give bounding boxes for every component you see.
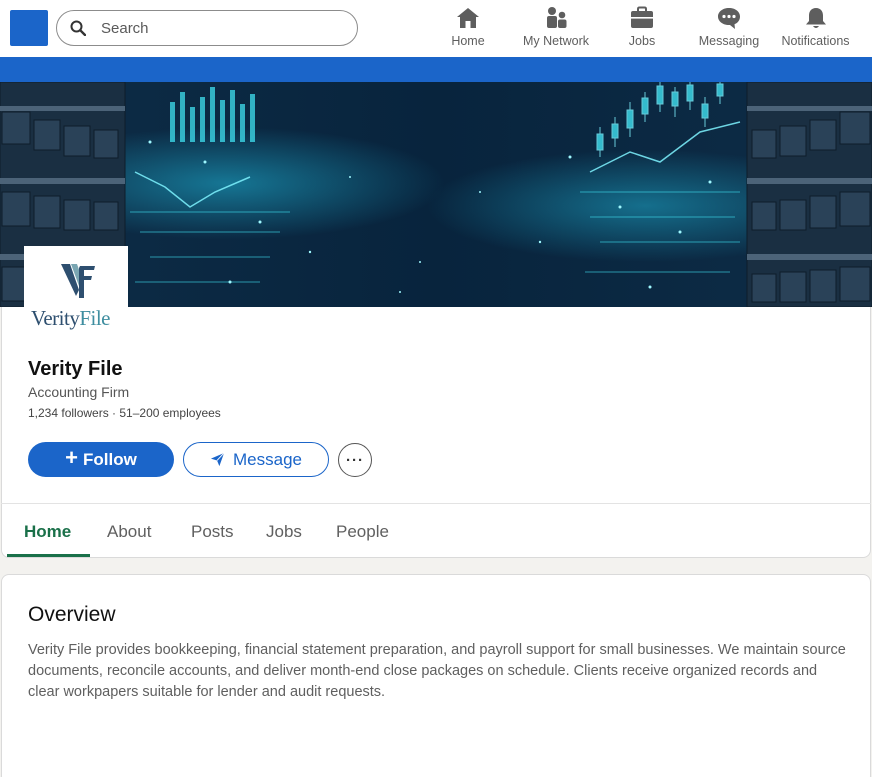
bell-icon bbox=[805, 8, 826, 28]
logo-wordmark: VerityFile bbox=[31, 306, 110, 331]
nav-home[interactable]: Home bbox=[448, 6, 488, 52]
nav-notifications[interactable]: Notifications bbox=[778, 6, 853, 52]
follow-label: Follow bbox=[83, 449, 137, 469]
company-header-card bbox=[1, 307, 871, 558]
tab-about[interactable]: About bbox=[107, 522, 151, 542]
nav-notifications-label: Notifications bbox=[781, 34, 850, 48]
nav-jobs-label: Jobs bbox=[628, 34, 656, 48]
nav-messaging-label: Messaging bbox=[698, 34, 760, 48]
company-stats: 1,234 followers · 51–200 employees bbox=[28, 406, 221, 420]
search-icon bbox=[70, 20, 86, 36]
company-industry: Accounting Firm bbox=[28, 384, 130, 400]
send-icon bbox=[210, 452, 225, 467]
nav-my-network-label: My Network bbox=[523, 34, 589, 48]
nav-home-label: Home bbox=[451, 34, 485, 48]
logo-monogram-icon bbox=[61, 264, 95, 298]
top-navigation-bar: Home My Network Jobs Messaging bbox=[0, 0, 872, 57]
cover-image bbox=[0, 82, 872, 307]
logo-wordmark-a: Verity bbox=[31, 306, 80, 330]
tab-home[interactable]: Home bbox=[24, 522, 71, 542]
follow-button[interactable]: + Follow bbox=[28, 442, 174, 477]
briefcase-icon bbox=[631, 6, 653, 28]
company-name: Verity File bbox=[28, 358, 123, 380]
tabs-divider bbox=[1, 503, 871, 504]
tab-posts[interactable]: Posts bbox=[191, 522, 234, 542]
overview-title: Overview bbox=[28, 603, 116, 626]
plus-icon: + bbox=[65, 445, 79, 470]
search-box[interactable] bbox=[56, 10, 358, 46]
company-logo: VerityFile bbox=[24, 246, 128, 330]
people-icon bbox=[547, 7, 567, 28]
more-options-button[interactable]: ··· bbox=[338, 443, 372, 477]
app-logo[interactable] bbox=[10, 10, 48, 46]
tab-jobs[interactable]: Jobs bbox=[266, 522, 302, 542]
home-icon bbox=[457, 8, 479, 28]
top-accent-bar bbox=[0, 57, 872, 82]
tab-people[interactable]: People bbox=[336, 522, 389, 542]
nav-my-network[interactable]: My Network bbox=[517, 6, 595, 52]
logo-wordmark-b: File bbox=[79, 306, 110, 330]
search-input[interactable] bbox=[101, 19, 321, 37]
nav-messaging[interactable]: Messaging bbox=[696, 6, 762, 52]
chat-icon bbox=[718, 8, 740, 29]
message-button[interactable]: Message bbox=[183, 442, 329, 477]
active-tab-indicator bbox=[7, 554, 90, 557]
message-label: Message bbox=[233, 449, 302, 469]
overview-text: Verity File provides bookkeeping, financ… bbox=[28, 642, 846, 700]
nav-jobs[interactable]: Jobs bbox=[626, 6, 658, 52]
